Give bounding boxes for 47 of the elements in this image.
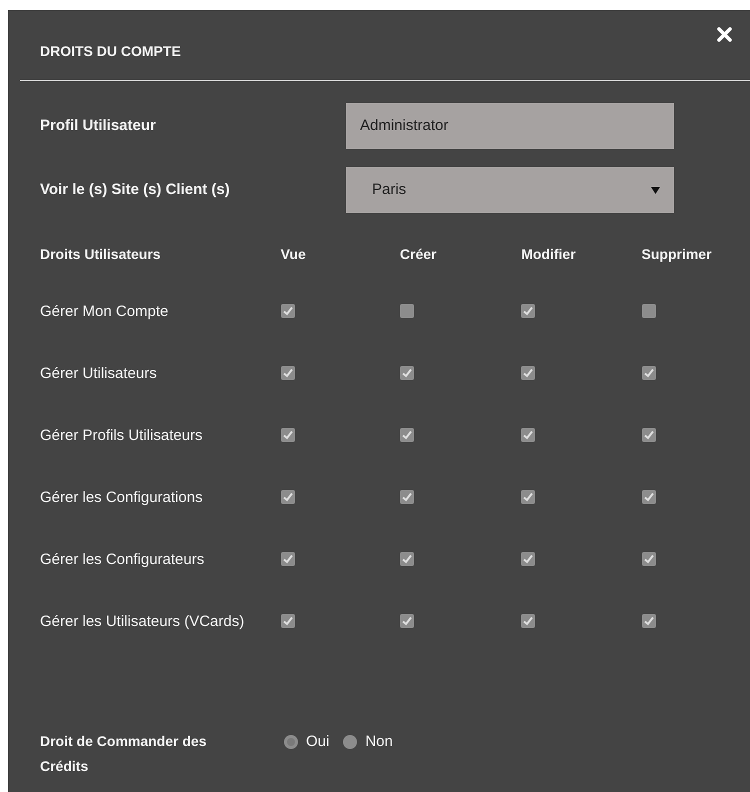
caret-icon [651,186,660,194]
checkbox[interactable] [400,490,414,504]
checkbox[interactable] [642,552,656,566]
checkbox[interactable] [400,552,414,566]
profile-field[interactable]: Administrator [346,103,674,149]
permission-label: Gérer les Utilisateurs (VCards) [40,612,246,632]
permission-label: Gérer Utilisateurs [40,364,158,384]
checkbox[interactable] [280,552,295,566]
checkbox[interactable] [521,552,536,566]
checkbox[interactable] [280,614,295,628]
checkbox[interactable] [280,304,295,318]
checkbox[interactable] [642,304,656,318]
radio-option[interactable]: Oui [284,729,330,754]
checkbox[interactable] [642,614,656,628]
checkbox[interactable] [400,614,414,628]
column-header: Droits Utilisateurs [40,245,162,264]
checkbox[interactable] [642,490,656,504]
modal-title: DROITS DU COMPTE [40,43,181,59]
permission-label: Gérer Profils Utilisateurs [40,426,204,446]
checkbox[interactable] [400,428,414,442]
site-select[interactable]: Paris [346,167,674,213]
field-label: Voir le (s) Site (s) Client (s) [40,180,231,200]
permission-label: Gérer Mon Compte [40,302,170,322]
column-header: Supprimer [642,245,713,264]
checkbox[interactable] [400,366,414,380]
close-icon [717,27,732,42]
checkbox[interactable] [642,366,656,380]
radio-button[interactable] [343,734,358,748]
permission-label: Gérer les Configurations [40,488,204,508]
column-header: Modifier [521,245,577,264]
checkbox[interactable] [521,490,536,504]
column-header: Créer [400,245,438,264]
column-header: Vue [280,245,307,264]
checkbox[interactable] [642,428,656,442]
field-label: Profil Utilisateur [40,116,157,136]
checkbox[interactable] [280,428,295,442]
field-label: Droit de Commander des Crédits [40,732,208,776]
checkbox[interactable] [521,304,536,318]
checkbox[interactable] [521,366,536,380]
checkbox[interactable] [521,614,536,628]
permission-label: Gérer les Configurateurs [40,550,206,570]
checkbox[interactable] [521,428,536,442]
radio-option[interactable]: Non [343,729,393,754]
checkbox[interactable] [400,304,414,318]
checkbox[interactable] [280,366,295,380]
checkbox[interactable] [280,490,295,504]
radio-button[interactable] [284,734,298,748]
